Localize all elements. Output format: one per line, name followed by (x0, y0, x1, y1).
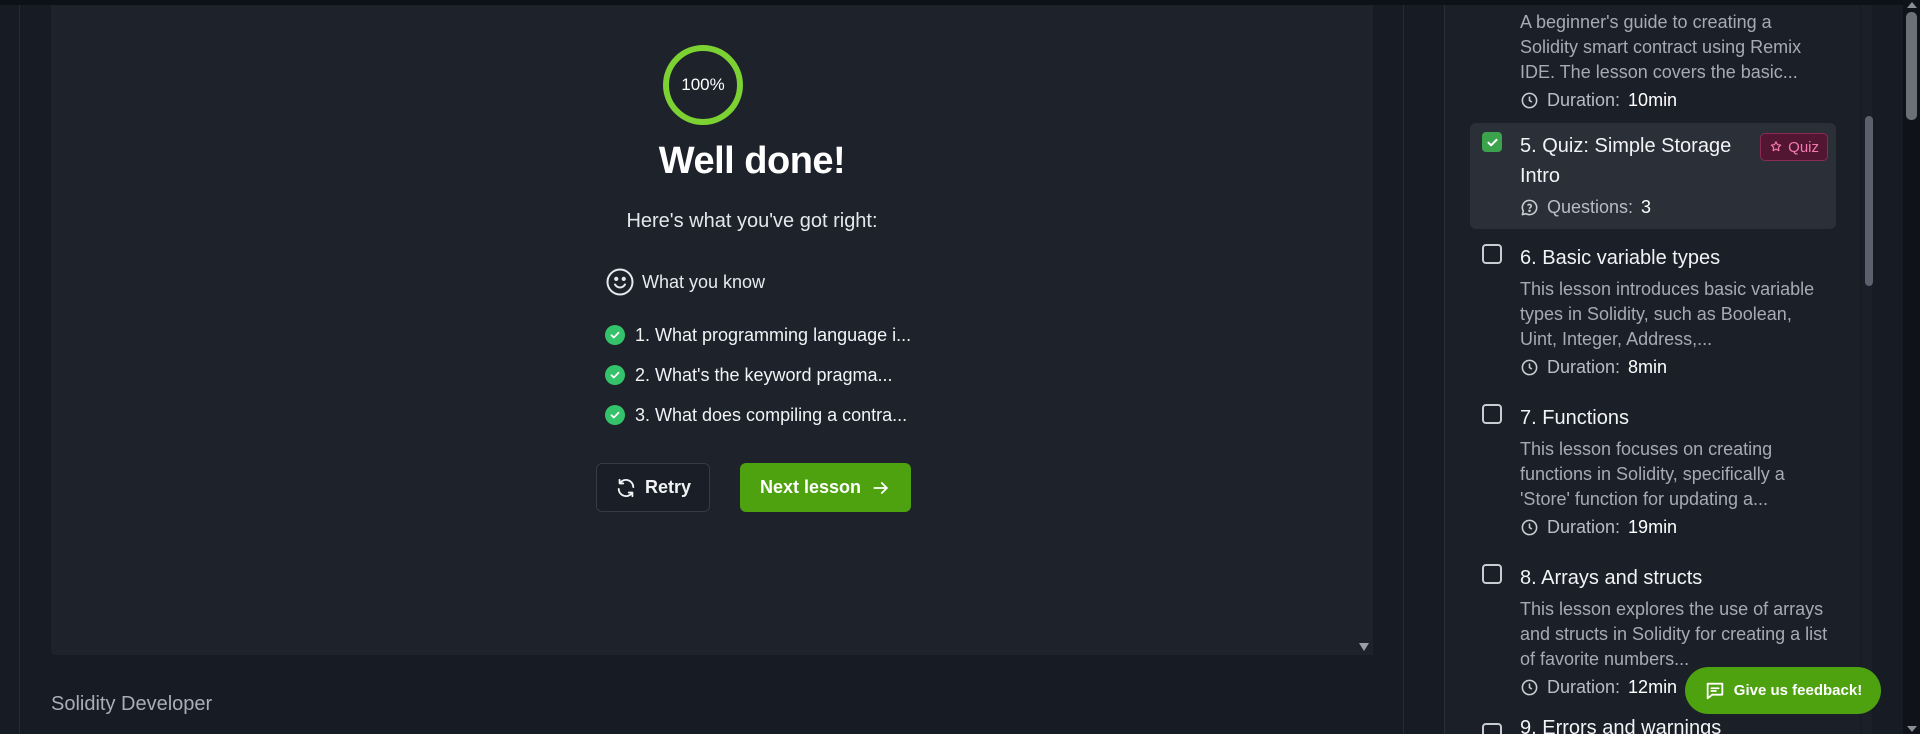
quiz-badge-label: Quiz (1788, 138, 1819, 156)
lesson-meta: Questions: 3 (1520, 197, 1651, 218)
feedback-label: Give us feedback! (1733, 682, 1863, 699)
lesson-checkbox[interactable] (1482, 564, 1502, 584)
quiz-icon (1770, 141, 1782, 152)
lesson-title: 5. Quiz: Simple Storage Intro (1520, 135, 1732, 187)
lesson-title: 6. Basic variable types (1520, 247, 1721, 269)
clock-icon (1521, 679, 1538, 696)
answer-item: 3. What does compiling a contra... (605, 395, 911, 435)
lesson-item[interactable]: 6. Basic variable types This lesson intr… (1470, 235, 1836, 385)
meta-label: Questions: (1547, 197, 1634, 217)
what-you-know-header: What you know (605, 267, 765, 297)
sidebar-scroll-thumb[interactable] (1865, 116, 1873, 286)
meta-label: Duration: (1547, 357, 1621, 377)
answer-list: 1. What programming language i... 2. Wha… (605, 315, 911, 435)
meta-value: 12min (1628, 677, 1678, 697)
score-ring: 100% (663, 45, 743, 125)
retry-button[interactable]: Retry (596, 463, 710, 512)
retry-icon (617, 478, 635, 497)
meta-value: 10min (1628, 90, 1678, 110)
meta-label: Duration: (1547, 517, 1621, 537)
answer-text: 2. What's the keyword pragma... (635, 364, 893, 385)
meta-value: 19min (1628, 517, 1678, 537)
answer-text: 1. What programming language i... (635, 324, 912, 345)
lesson-checkbox[interactable] (1482, 404, 1502, 424)
lesson-title: 9. Errors and warnings (1520, 717, 1722, 734)
meta-value: 3 (1641, 197, 1652, 217)
course-name: Solidity Developer (51, 693, 213, 715)
window-scroll-thumb[interactable] (1906, 12, 1917, 120)
check-icon (605, 325, 625, 345)
check-icon (605, 405, 625, 425)
meta-value: 8min (1628, 357, 1668, 377)
question-bubble-icon (1521, 199, 1538, 216)
scroll-down-arrow[interactable] (1359, 643, 1369, 651)
next-lesson-label: Next lesson (759, 477, 862, 497)
lesson-item[interactable]: 9. Errors and warnings (1470, 715, 1836, 734)
arrow-right-icon (873, 481, 888, 494)
chat-icon (1706, 682, 1724, 699)
lesson-meta: Duration: 12min (1520, 677, 1677, 698)
result-title: Well done! (658, 140, 846, 182)
lesson-description: This lesson explores the use of arrays a… (1520, 599, 1828, 669)
lesson-meta: Duration: 10min (1520, 90, 1677, 111)
smile-icon (606, 268, 634, 296)
lesson-description: A beginner's guide to creating a Solidit… (1520, 12, 1802, 82)
lesson-title: 7. Functions (1520, 407, 1629, 429)
feedback-button[interactable]: Give us feedback! (1685, 667, 1881, 714)
result-subtitle: Here's what you've got right: (626, 210, 878, 232)
lesson-meta: Duration: 8min (1520, 357, 1667, 378)
answer-item: 2. What's the keyword pragma... (605, 355, 911, 395)
column-divider (1403, 5, 1404, 734)
retry-label: Retry (644, 477, 692, 497)
clock-icon (1521, 92, 1538, 109)
lesson-item-active[interactable]: 5. Quiz: Simple Storage Intro Quiz Quest… (1470, 123, 1836, 229)
answer-item: 1. What programming language i... (605, 315, 911, 355)
lesson-item[interactable]: A beginner's guide to creating a Solidit… (1470, 0, 1836, 120)
next-lesson-button[interactable]: Next lesson (740, 463, 911, 512)
window-scroll-up[interactable] (1907, 2, 1917, 8)
card-scrollbar[interactable] (1357, 5, 1373, 655)
clock-icon (1521, 359, 1538, 376)
answer-text: 3. What does compiling a contra... (635, 404, 908, 425)
lesson-title: 8. Arrays and structs (1520, 567, 1703, 589)
quiz-result-card: 100% Well done! Here's what you've got r… (51, 5, 1373, 655)
meta-label: Duration: (1547, 677, 1621, 697)
left-divider (19, 5, 20, 734)
score-value: 100% (681, 75, 725, 94)
lesson-checkbox[interactable] (1482, 723, 1502, 734)
quiz-badge: Quiz (1760, 133, 1828, 161)
lesson-description: This lesson introduces basic variable ty… (1520, 279, 1815, 349)
section-label: What you know (642, 271, 766, 292)
lesson-meta: Duration: 19min (1520, 517, 1677, 538)
lesson-checkbox[interactable] (1482, 132, 1502, 152)
lesson-checkbox[interactable] (1482, 244, 1502, 264)
lesson-item[interactable]: 7. Functions This lesson focuses on crea… (1470, 395, 1836, 545)
clock-icon (1521, 519, 1538, 536)
sidebar-scrollbar[interactable] (1862, 5, 1872, 734)
check-icon (605, 365, 625, 385)
lesson-description: This lesson focuses on creating function… (1520, 439, 1785, 509)
window-scroll-down[interactable] (1907, 726, 1917, 732)
meta-label: Duration: (1547, 90, 1621, 110)
